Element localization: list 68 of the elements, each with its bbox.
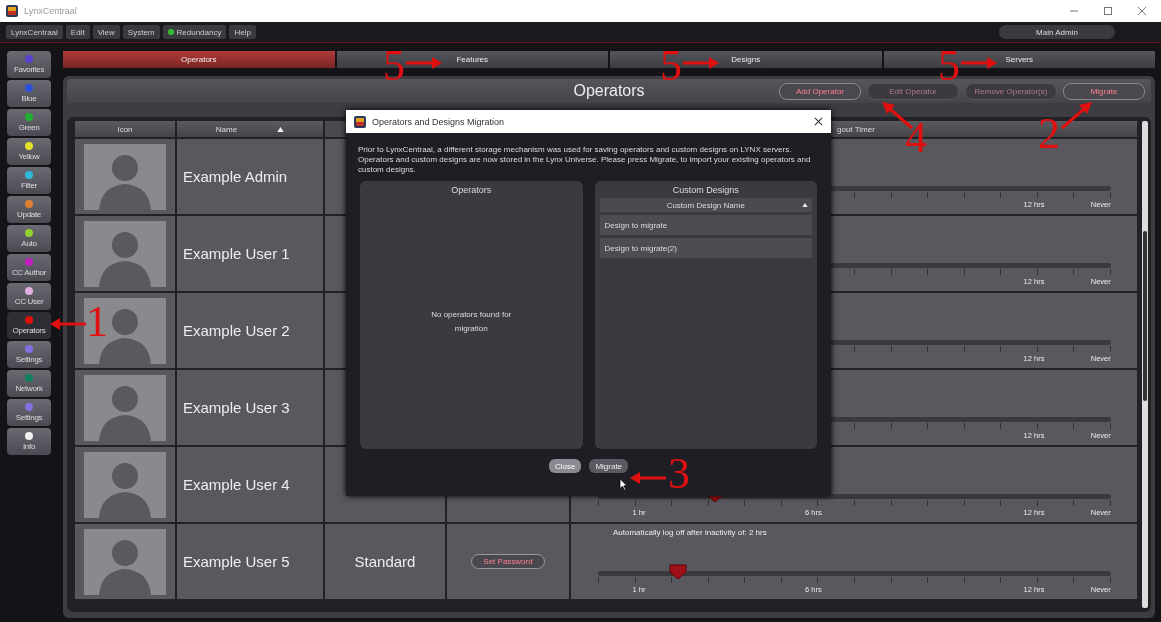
toolbar-button[interactable]: Add Operator <box>779 82 861 100</box>
avatar-silhouette-icon <box>84 528 166 595</box>
sidebar-item[interactable]: Filter <box>7 167 51 194</box>
toolbar-button[interactable]: Migrate <box>1063 82 1145 100</box>
window-title: LynxCentraal <box>24 6 77 16</box>
slider-thumb[interactable] <box>668 564 687 580</box>
menu-item[interactable]: Redundancy <box>162 25 227 39</box>
app-logo-icon <box>354 115 366 128</box>
column-header[interactable]: Name <box>177 121 323 137</box>
dialog-button[interactable]: Close <box>548 459 582 473</box>
sidebar-item[interactable]: Auto <box>7 225 51 252</box>
avatar-silhouette-icon <box>84 143 166 210</box>
timer-caption: Automatically log off after inactivity of: 2 hrs <box>613 528 767 537</box>
table-cell: Example User 3 <box>177 370 323 445</box>
table-cell: Example User 2 <box>177 293 323 368</box>
sidebar-item[interactable]: Green <box>7 109 51 136</box>
callout-arrow <box>959 55 999 71</box>
callout-arrow <box>1058 100 1094 130</box>
dialog-button[interactable]: Migrate <box>589 459 629 473</box>
user-button[interactable]: Main Admin <box>999 25 1115 39</box>
sidebar-item[interactable]: Favorites <box>7 51 51 78</box>
callout-arrow <box>404 55 444 71</box>
menu-item[interactable]: Help <box>229 25 256 39</box>
avatar-silhouette-icon <box>84 297 166 364</box>
column-header[interactable]: Icon <box>75 121 175 137</box>
sidebar-item[interactable]: Yellow <box>7 138 51 165</box>
table-cell: Example User 4 <box>177 447 323 522</box>
callout-number: 1 <box>86 300 108 344</box>
sidebar-item[interactable]: Info <box>7 428 51 455</box>
sidebar-item[interactable]: Blue <box>7 80 51 107</box>
sidebar-item[interactable]: Update <box>7 196 51 223</box>
callout-number: 3 <box>668 452 690 496</box>
sidebar-item[interactable]: CC User <box>7 283 51 310</box>
design-row[interactable]: Design to migrate(2) <box>599 238 812 258</box>
sidebar-item[interactable]: Settings <box>7 341 51 368</box>
table-cell: Example User 1 <box>177 216 323 291</box>
panel-title: Custom Designs <box>672 185 739 195</box>
sidebar-item[interactable]: Operators <box>7 312 51 339</box>
menu-item[interactable]: View <box>92 25 120 39</box>
tab[interactable]: Operators <box>63 51 335 68</box>
panel-title: Operators <box>573 82 645 100</box>
close-icon[interactable] <box>814 117 823 126</box>
avatar-silhouette-icon <box>84 220 166 287</box>
table-cell: Example Admin <box>177 139 323 214</box>
dialog-title: Operators and Designs Migration <box>372 116 505 127</box>
menu-item[interactable]: System <box>122 25 160 39</box>
dialog-message: Prior to LynxCentraal, a different storage mechanism was used for saving operators and custom designs on LYNX servers. Operators and custom designs are now stored in the Lynx Universe. Please press Migrate, to import your existing operators and custom designs. <box>358 145 812 175</box>
table-cell: Example User 5 <box>177 524 323 599</box>
menu-item[interactable]: LynxCentraal <box>6 25 63 39</box>
callout-arrow <box>48 316 88 332</box>
panel-title: Operators <box>451 185 492 195</box>
menu-item[interactable]: Edit <box>65 25 90 39</box>
design-row[interactable]: Design to migrate <box>599 215 812 235</box>
callout-arrow <box>628 470 668 486</box>
avatar-silhouette-icon <box>84 374 166 441</box>
app-logo-icon <box>6 5 18 17</box>
column-header[interactable]: Custom Design Name <box>599 198 812 212</box>
callout-arrow <box>681 55 721 71</box>
maximize-icon[interactable] <box>1103 6 1113 16</box>
table-cell: Standard <box>325 524 445 599</box>
sort-arrow-icon <box>802 203 808 207</box>
scrollbar[interactable] <box>1142 121 1148 608</box>
set-password-button[interactable]: Set Password <box>471 554 545 569</box>
sidebar-item[interactable]: Network <box>7 370 51 397</box>
avatar-silhouette-icon <box>84 451 166 518</box>
sidebar-item[interactable]: Settings <box>7 399 51 426</box>
empty-message: No operators found for migration <box>430 308 513 335</box>
sidebar-item[interactable]: CC Author <box>7 254 51 281</box>
